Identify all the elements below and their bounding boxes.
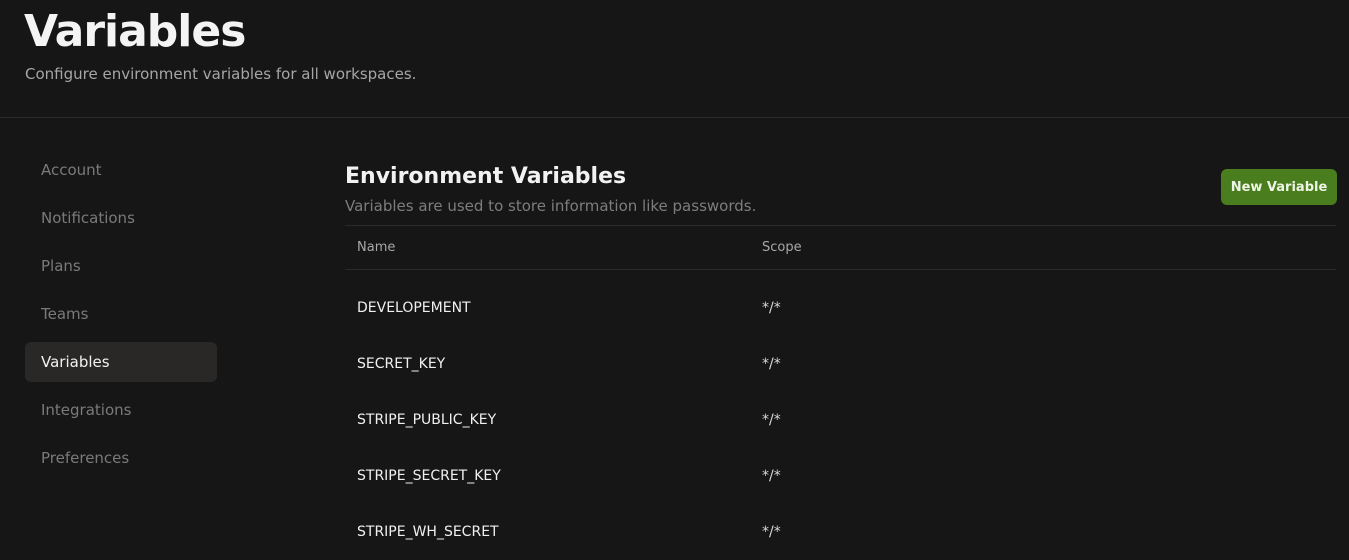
sidebar-item-account[interactable]: Account [25, 150, 217, 190]
column-header-scope: Scope [762, 240, 802, 255]
variable-scope: */* [762, 412, 781, 428]
sidebar-item-integrations[interactable]: Integrations [25, 390, 217, 430]
variable-scope: */* [762, 356, 781, 372]
page-subtitle: Configure environment variables for all … [25, 65, 417, 83]
sidebar-item-preferences[interactable]: Preferences [25, 438, 217, 478]
variable-name: STRIPE_SECRET_KEY [357, 468, 501, 484]
table-row[interactable]: DEVELOPEMENT */* [345, 280, 1336, 336]
table-row[interactable]: STRIPE_SECRET_KEY */* [345, 448, 1336, 504]
variable-name: SECRET_KEY [357, 356, 446, 372]
variable-scope: */* [762, 524, 781, 540]
settings-sidebar: Account Notifications Plans Teams Variab… [25, 150, 217, 486]
page-header: Variables Configure environment variable… [0, 0, 1349, 118]
variable-scope: */* [762, 468, 781, 484]
table-row[interactable]: SECRET_KEY */* [345, 336, 1336, 392]
column-header-name: Name [357, 240, 396, 255]
section-description: Variables are used to store information … [345, 197, 757, 215]
page-title: Variables [24, 6, 246, 57]
variable-name: STRIPE_PUBLIC_KEY [357, 412, 497, 428]
new-variable-button[interactable]: New Variable [1221, 169, 1337, 205]
sidebar-item-plans[interactable]: Plans [25, 246, 217, 286]
variable-name: STRIPE_WH_SECRET [357, 524, 499, 540]
sidebar-item-variables[interactable]: Variables [25, 342, 217, 382]
table-header: Name Scope [345, 225, 1336, 270]
variable-scope: */* [762, 300, 781, 316]
table-row[interactable]: STRIPE_PUBLIC_KEY */* [345, 392, 1336, 448]
sidebar-item-teams[interactable]: Teams [25, 294, 217, 334]
variables-table: Name Scope DEVELOPEMENT */* SECRET_KEY *… [345, 225, 1336, 560]
variable-name: DEVELOPEMENT [357, 300, 471, 316]
section-title: Environment Variables [345, 164, 627, 189]
table-row[interactable]: STRIPE_WH_SECRET */* [345, 504, 1336, 560]
table-body: DEVELOPEMENT */* SECRET_KEY */* STRIPE_P… [345, 270, 1336, 560]
sidebar-item-notifications[interactable]: Notifications [25, 198, 217, 238]
